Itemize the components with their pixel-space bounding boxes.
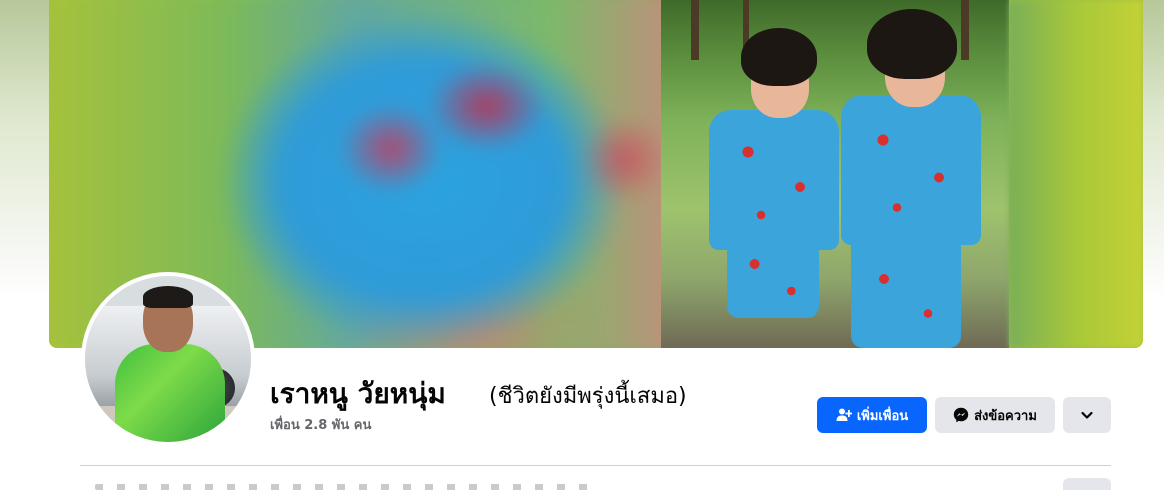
tree-trunk [691,0,699,60]
hair [741,28,817,86]
cover-photo-image [661,0,1009,348]
shirt [841,95,981,245]
message-button[interactable]: ส่งข้อความ [935,397,1055,433]
hair [867,9,957,79]
pants [851,233,961,348]
chevron-down-icon [1080,408,1094,422]
profile-page: เราหนู วัยหนุ่ม (ชีวิตยังมีพรุ่งนี้เสมอ)… [0,0,1164,490]
tabs-more-button[interactable] [1063,478,1111,490]
child-figure-left [705,18,845,348]
add-friend-button[interactable]: เพิ่มเพื่อน [817,397,927,433]
avatar[interactable] [85,276,251,442]
person-plus-icon [836,407,852,423]
header-divider [80,465,1111,466]
person-hair [143,286,193,308]
more-options-button[interactable] [1063,397,1111,433]
profile-alternate-name: (ชีวิตยังมีพรุ่งนี้เสมอ) [489,384,687,409]
add-friend-label: เพิ่มเพื่อน [856,408,909,424]
cover-blurred-edge [1009,0,1143,348]
person-shirt [115,344,225,442]
shirt [709,110,839,250]
message-label: ส่งข้อความ [974,408,1037,424]
profile-name: เราหนู วัยหนุ่ม [270,377,446,410]
profile-tabs[interactable] [95,484,595,490]
messenger-icon [953,407,969,423]
friends-count[interactable]: เพื่อน 2.8 พัน คน [270,414,371,435]
child-figure-right [837,3,997,348]
